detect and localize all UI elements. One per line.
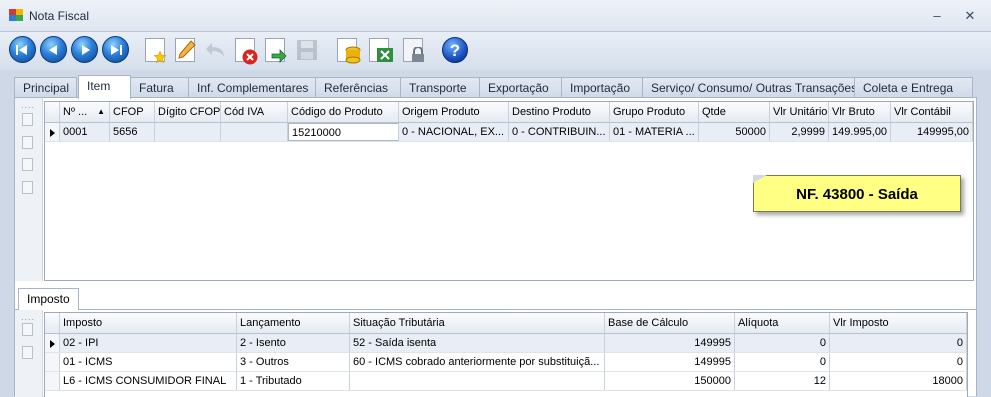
first-record-icon [16,45,27,55]
tax-side-delete-icon[interactable] [21,346,35,360]
col-destino-produto[interactable]: Destino Produto [509,102,610,122]
side-edit-icon[interactable] [21,158,35,172]
next-record-button[interactable] [71,36,98,63]
col-cod-iva[interactable]: Cód IVA [221,102,288,122]
previous-record-button[interactable] [40,36,67,63]
row-selector[interactable] [45,123,60,141]
close-button[interactable]: ✕ [962,8,978,24]
app-icon [9,9,23,21]
refresh-icon [271,49,287,63]
col-qtde[interactable]: Qtde [699,102,770,122]
col-codigo-produto[interactable]: Código do Produto [288,102,399,122]
new-button[interactable] [140,35,170,65]
tax-grid: Imposto Lançamento Situação Tributária B… [44,312,968,397]
refresh-button[interactable] [260,35,290,65]
col-imposto[interactable]: Imposto [60,313,237,333]
col-cfop[interactable]: CFOP [110,102,155,122]
coins-icon [345,46,361,64]
side-new-icon[interactable] [21,113,35,127]
col-lancamento[interactable]: Lançamento [237,313,350,333]
col-digito-cfop[interactable]: Dígito CFOP [155,102,221,122]
side-delete-icon[interactable] [21,181,35,195]
edit-icon [178,40,196,59]
help-icon: ? [442,37,468,63]
tab-fatura[interactable]: Fatura [130,77,189,98]
sort-asc-icon: ▲ [97,107,105,116]
save-button[interactable] [292,35,322,65]
tab-transporte[interactable]: Transporte [400,77,480,98]
product-code-field[interactable]: 15210000 [288,123,399,141]
col-base-calculo[interactable]: Base de Cálculo [605,313,735,333]
window-title: Nota Fiscal [29,9,90,23]
export-button[interactable] [366,35,396,65]
tax-side-insert-icon[interactable] [21,323,35,337]
help-button[interactable]: ? [440,35,470,65]
item-side-toolbar: .... [15,98,43,281]
table-row[interactable]: 0001 5656 15210000 0 - NACIONAL, EX... 0… [45,123,973,142]
undo-icon [206,43,224,57]
col-vlr-bruto[interactable]: Vlr Bruto [829,102,891,122]
last-record-button[interactable] [102,36,129,63]
edit-button[interactable] [170,35,200,65]
table-row[interactable]: L6 - ICMS CONSUMIDOR FINAL 1 - Tributado… [45,372,967,391]
calculate-button[interactable] [334,35,364,65]
table-row[interactable]: 02 - IPI 2 - Isento 52 - Saída isenta 14… [45,334,967,353]
col-vlr-unitario[interactable]: Vlr Unitário [770,102,829,122]
col-numero[interactable]: Nº ... ▲ [60,102,110,122]
tab-servico-consumo[interactable]: Serviço/ Consumo/ Outras Transações [642,77,857,98]
save-icon [297,40,317,60]
last-record-icon [111,45,122,55]
table-row[interactable]: 01 - ICMS 3 - Outros 60 - ICMS cobrado a… [45,353,967,372]
tab-importacao[interactable]: Importação [561,77,643,98]
delete-icon [242,49,258,65]
previous-record-icon [49,45,57,55]
tab-referencias[interactable]: Referências [315,77,401,98]
minimize-button[interactable]: – [929,8,945,24]
first-record-button[interactable] [9,36,36,63]
side-insert-icon[interactable] [21,136,35,150]
tab-item[interactable]: Item [78,75,131,99]
current-row-icon [50,340,55,348]
tab-principal[interactable]: Principal [14,77,77,98]
star-icon [154,51,166,63]
tab-exportacao[interactable]: Exportação [479,77,562,98]
items-grid-header: Nº ... ▲ CFOP Dígito CFOP Cód IVA Código … [45,102,973,123]
undo-button[interactable] [200,35,230,65]
delete-button[interactable] [230,35,260,65]
lock-button[interactable] [400,35,430,65]
col-origem-produto[interactable]: Origem Produto [399,102,509,122]
lock-icon [412,47,424,62]
tab-imposto[interactable]: Imposto [18,288,79,310]
col-grupo-produto[interactable]: Grupo Produto [610,102,699,122]
current-row-icon [50,129,55,137]
invoice-note: NF. 43800 - Saída [753,175,961,212]
col-aliquota[interactable]: Alíquota [735,313,830,333]
toolbar: ? [0,32,991,70]
tax-panel: .... Imposto Lançamento Situação Tributá… [14,309,977,397]
col-vlr-contabil[interactable]: Vlr Contábil [891,102,973,122]
export-icon [377,48,393,62]
tab-coleta-entrega[interactable]: Coleta e Entrega [854,77,973,98]
tab-inf-complementares[interactable]: Inf. Complementares [188,77,316,98]
title-bar: Nota Fiscal – ✕ [0,0,991,32]
col-situacao-tributaria[interactable]: Situação Tributária [350,313,605,333]
col-vlr-imposto[interactable]: Vlr Imposto [830,313,967,333]
tax-grid-header: Imposto Lançamento Situação Tributária B… [45,313,967,334]
next-record-icon [82,45,90,55]
